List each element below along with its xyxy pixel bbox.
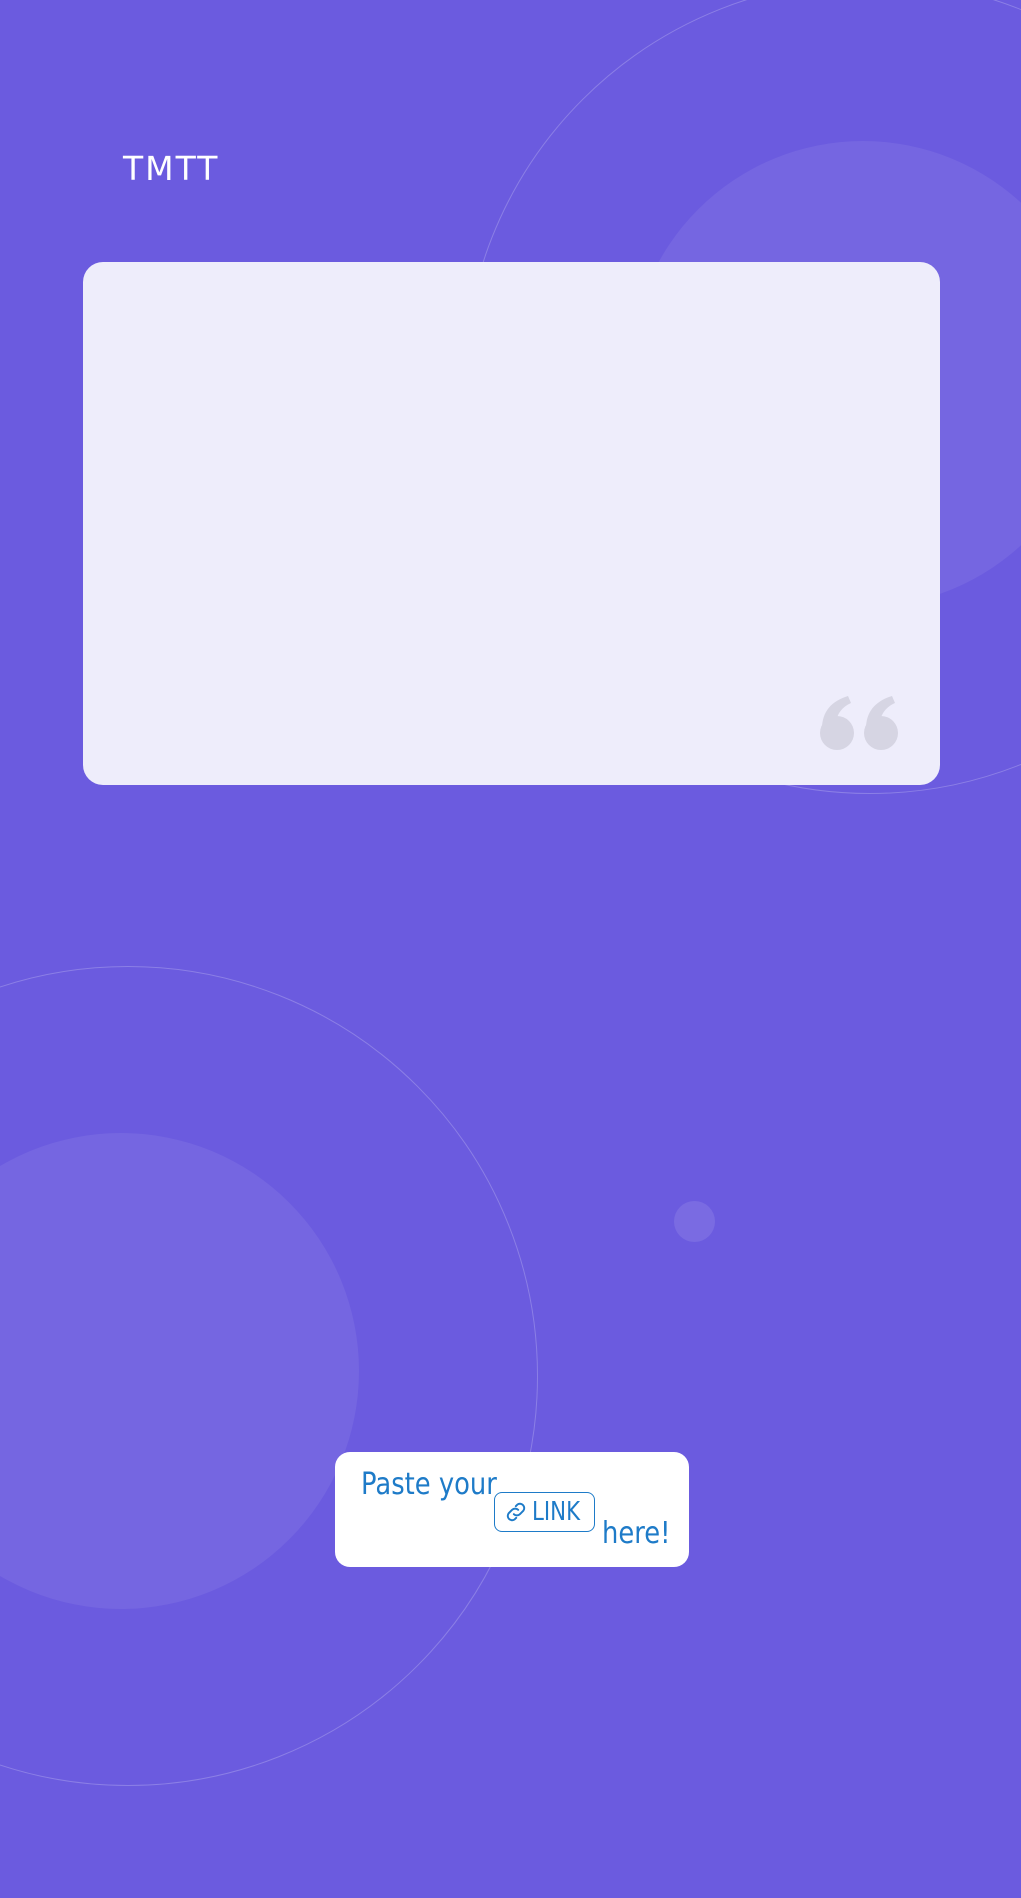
story-canvas: TMTT Paste your LINK here! xyxy=(0,0,1021,1898)
sticker-suffix-text: here! xyxy=(602,1516,671,1551)
sticker-prefix-text: Paste your xyxy=(361,1467,497,1502)
decorative-dot xyxy=(674,1201,715,1242)
decorative-ring-bottom xyxy=(0,966,538,1786)
quote-text[interactable] xyxy=(123,302,900,665)
decorative-disc-bottom xyxy=(0,1133,359,1609)
link-label: LINK xyxy=(532,1497,581,1527)
link-pill[interactable]: LINK xyxy=(494,1492,595,1532)
quote-card[interactable] xyxy=(83,262,940,785)
link-chain-icon xyxy=(506,1502,526,1522)
link-sticker[interactable]: Paste your LINK here! xyxy=(335,1452,689,1567)
quote-marks-icon xyxy=(820,696,898,750)
brand-logo: TMTT xyxy=(123,149,220,188)
